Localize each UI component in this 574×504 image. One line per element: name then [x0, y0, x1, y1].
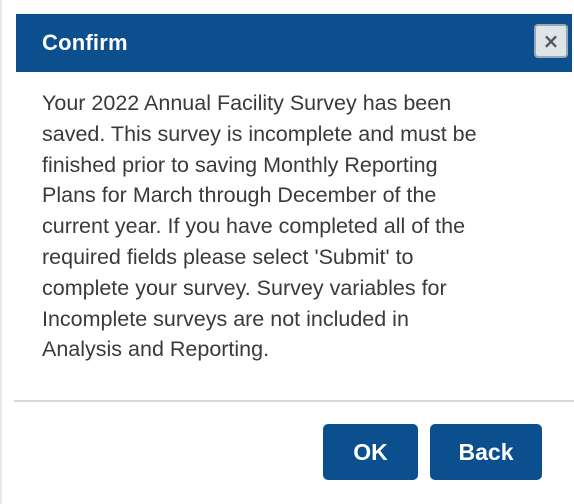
message-line: Incomplete surveys are not included in: [42, 306, 409, 331]
back-button[interactable]: Back: [430, 424, 542, 480]
footer-divider: [14, 400, 574, 402]
message-line: finished prior to saving Monthly Reporti…: [42, 152, 438, 177]
dialog-message: Your 2022 Annual Facility Survey has bee…: [42, 88, 562, 365]
message-line: Analysis and Reporting.: [42, 337, 270, 362]
message-line: Your 2022 Annual Facility Survey has bee…: [42, 91, 452, 115]
dialog-titlebar: Confirm ×: [16, 14, 572, 72]
message-line: Plans for March through December of the: [42, 183, 437, 208]
message-line: current year. If you have completed all …: [42, 214, 466, 239]
message-line: complete your survey. Survey variables f…: [42, 275, 447, 300]
message-line: saved. This survey is incomplete and mus…: [42, 121, 477, 146]
dialog-title: Confirm: [42, 30, 128, 55]
ok-button[interactable]: OK: [323, 424, 418, 480]
message-line: required fields please select 'Submit' t…: [42, 244, 414, 269]
close-icon: ×: [542, 29, 560, 53]
confirm-dialog: Confirm × Your 2022 Annual Facility Surv…: [0, 0, 574, 504]
close-button[interactable]: ×: [534, 24, 568, 58]
